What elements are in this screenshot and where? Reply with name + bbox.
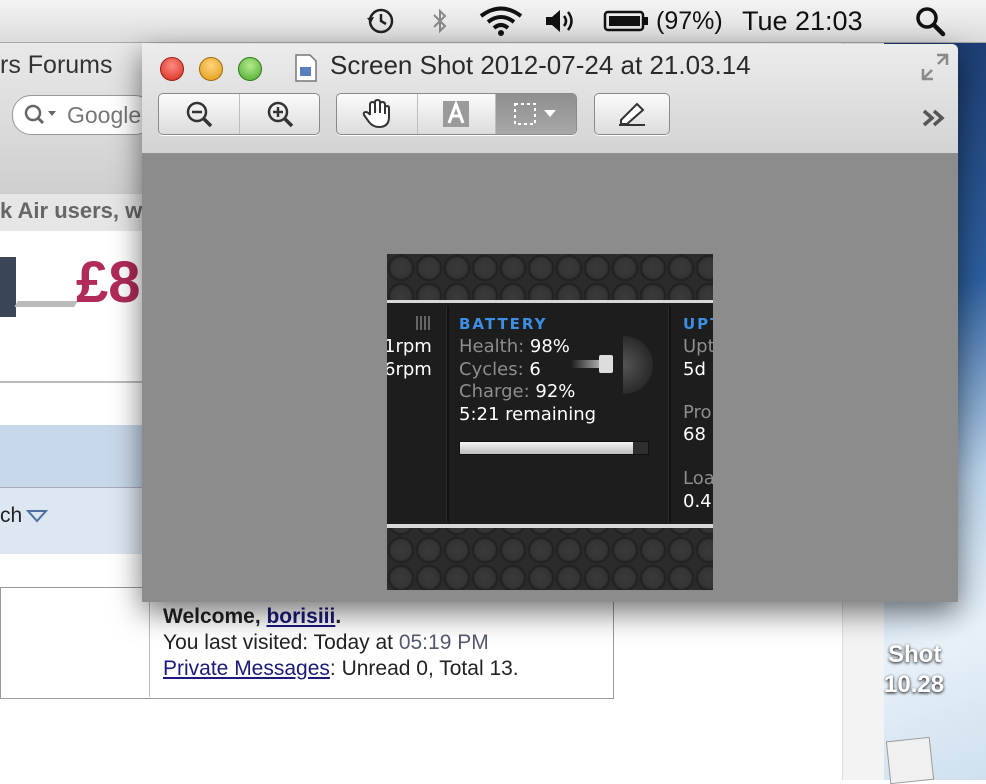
uptime-label: Upt [683, 336, 713, 357]
bluetooth-icon[interactable] [430, 0, 450, 42]
uptime-heading: UPT [683, 315, 713, 333]
hand-icon[interactable] [337, 94, 417, 134]
last-visited-time: 05:19 PM [398, 631, 489, 654]
rect-select-icon[interactable] [495, 94, 576, 134]
last-visited-label: You last visited: Today at [163, 631, 399, 654]
search-icon [23, 103, 59, 132]
forum-banner: k Air users, w [0, 193, 142, 231]
welcome-panel: Welcome, borisiii. You last visited: Tod… [149, 599, 613, 697]
username-link[interactable]: borisiii [266, 605, 335, 628]
text-select-icon[interactable] [416, 94, 496, 134]
banner-text: k Air users, w [0, 198, 143, 223]
battery-charge-bar [459, 441, 649, 455]
menu-clock[interactable]: Tue 21:03 [742, 0, 863, 42]
preview-window: Screen Shot 2012-07-24 at 21.03.14 1rpm … [142, 44, 958, 602]
volume-icon[interactable] [543, 0, 579, 42]
battery-icon[interactable] [603, 0, 651, 42]
health-label: Health: [459, 336, 525, 357]
zoom-in-icon[interactable] [239, 94, 319, 134]
search-placeholder: Google [67, 102, 142, 128]
window-title: Screen Shot 2012-07-24 at 21.03.14 [330, 50, 751, 80]
cycles-label: Cycles: [459, 359, 524, 380]
desktop-icon-label-line2[interactable]: 10.28 [884, 671, 944, 699]
ad-banner[interactable]: £8 [0, 231, 142, 381]
battery-charge-fill [460, 442, 633, 454]
time-machine-icon[interactable] [363, 0, 397, 42]
forum-nav-bar [0, 425, 142, 487]
spotlight-icon[interactable] [914, 0, 946, 42]
ad-price: £8 [76, 250, 141, 315]
divider [0, 381, 142, 383]
forum-search-bar: ch [0, 487, 142, 554]
private-messages-link[interactable]: Private Messages [163, 657, 330, 680]
fan-speed-1: 1rpm [387, 336, 432, 357]
col-divider-1 [446, 306, 449, 522]
pencil-icon [615, 98, 649, 131]
annotate-button[interactable] [594, 93, 670, 135]
processes-label: Pro [683, 402, 712, 423]
cycles-value: 6 [529, 359, 541, 380]
close-button[interactable] [160, 57, 184, 81]
welcome-label: Welcome, [163, 605, 267, 628]
top-pattern [387, 254, 713, 302]
wifi-icon[interactable] [478, 0, 524, 42]
charge-label: Charge: [459, 381, 530, 402]
load-label: Loa [683, 468, 713, 489]
charge-value: 92% [535, 381, 576, 402]
chevron-down-icon[interactable] [25, 508, 49, 529]
browser-search-input[interactable]: Google [12, 95, 154, 135]
processes-value: 68 [683, 424, 706, 445]
time-remaining: 5:21 remaining [459, 404, 597, 425]
minimize-button[interactable] [199, 57, 223, 81]
screenshot-image[interactable]: 1rpm 6rpm BATTERY Health: 98% Cycles: 6 … [387, 254, 713, 590]
uptime-value: 5d [683, 359, 706, 380]
menu-bar: (97%) Tue 21:03 [0, 0, 986, 43]
desktop-icon-label-line1[interactable]: Shot [888, 641, 941, 669]
fan-speed-2: 6rpm [387, 359, 432, 380]
tool-button-group [336, 93, 577, 135]
fan-graph-icon [416, 316, 432, 330]
browser-title: rs Forums [0, 51, 113, 79]
battery-heading: BATTERY [459, 315, 548, 333]
load-value: 0.4 [683, 491, 712, 512]
forum-search-link[interactable]: ch [0, 504, 22, 528]
document-icon[interactable] [294, 53, 318, 88]
desktop-file-icon[interactable] [885, 736, 935, 784]
magsafe-plug-icon [599, 355, 613, 373]
laptop-image [0, 257, 16, 317]
health-value: 98% [529, 336, 570, 357]
toolbar-overflow-icon[interactable] [920, 106, 950, 135]
zoom-out-icon[interactable] [159, 94, 239, 134]
col-divider-2 [668, 306, 671, 522]
laptop-base [14, 301, 78, 307]
pm-counts: : Unread 0, Total 13. [329, 657, 519, 680]
bottom-pattern [387, 528, 713, 590]
zoom-button[interactable] [238, 57, 262, 81]
welcome-period: . [335, 605, 342, 628]
fullscreen-icon[interactable] [920, 52, 950, 87]
preview-canvas: 1rpm 6rpm BATTERY Health: 98% Cycles: 6 … [142, 154, 958, 602]
battery-percent[interactable]: (97%) [656, 0, 723, 42]
preview-titlebar: Screen Shot 2012-07-24 at 21.03.14 [142, 44, 958, 154]
zoom-button-group [158, 93, 320, 135]
